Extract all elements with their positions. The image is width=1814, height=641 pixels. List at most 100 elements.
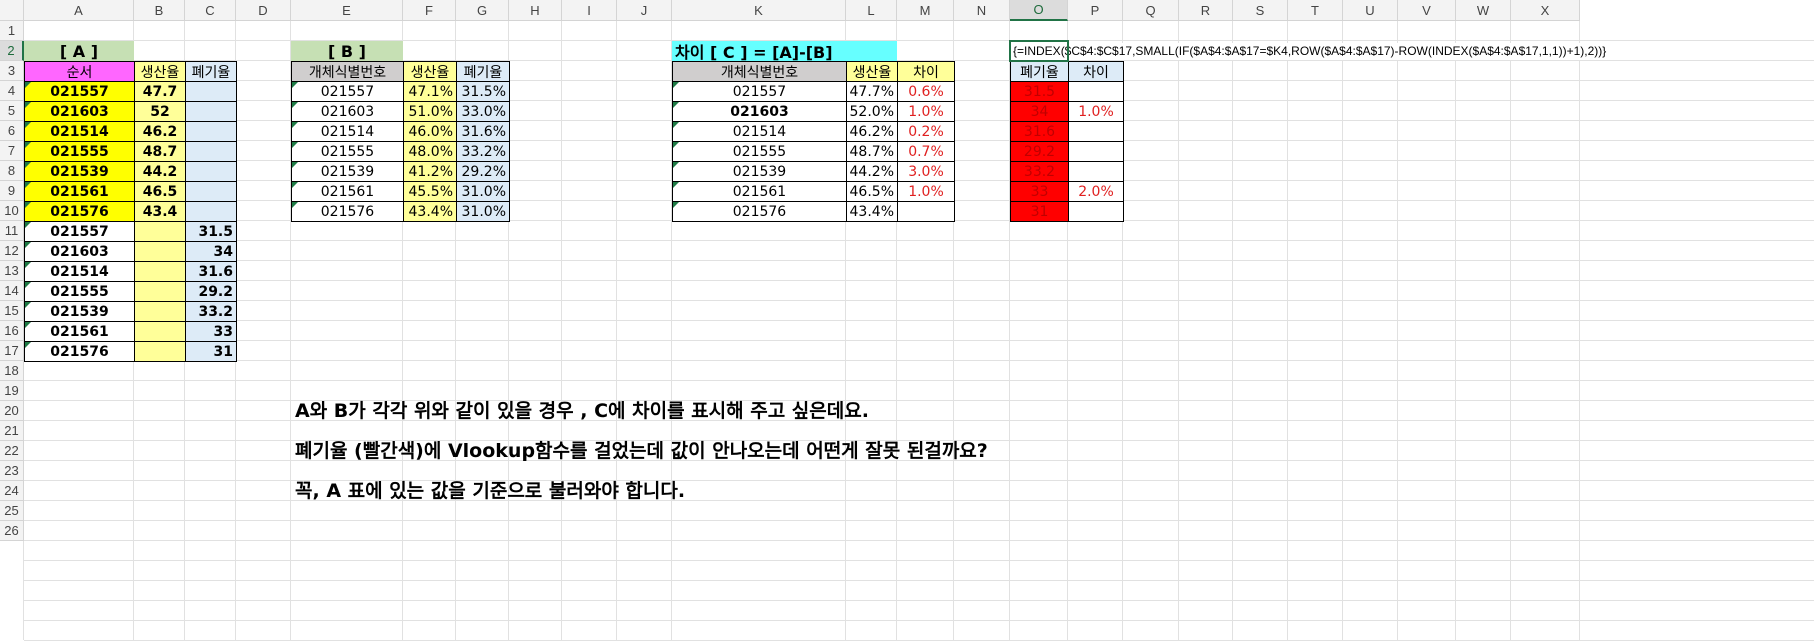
row-header-24[interactable]: 24 <box>0 481 24 501</box>
column-header-v[interactable]: V <box>1398 0 1456 21</box>
table-d-diff-cell[interactable] <box>1068 81 1124 102</box>
column-header-p[interactable]: P <box>1068 0 1123 21</box>
table-c-id-cell[interactable]: 021603 <box>672 101 847 122</box>
table-a-waste-cell[interactable] <box>185 201 237 222</box>
table-a-title[interactable]: [ A ] <box>24 41 134 61</box>
row-header-12[interactable]: 12 <box>0 241 24 261</box>
table-a-header[interactable]: 폐기율 <box>185 61 237 82</box>
table-a-production-cell[interactable]: 47.7 <box>134 81 186 102</box>
table-a-id-cell[interactable]: 021555 <box>24 281 135 302</box>
column-header-d[interactable]: D <box>236 0 291 21</box>
row-header-18[interactable]: 18 <box>0 361 24 381</box>
table-b-waste-cell[interactable]: 31.0% <box>456 181 510 202</box>
table-a-production-cell[interactable] <box>134 301 186 322</box>
table-a-header[interactable]: 순서 <box>24 61 135 82</box>
table-a-id-cell[interactable]: 021539 <box>24 301 135 322</box>
table-c-production-cell[interactable]: 47.7% <box>846 81 898 102</box>
row-header-26[interactable]: 26 <box>0 521 24 541</box>
column-header-g[interactable]: G <box>456 0 509 21</box>
table-a-waste-cell[interactable]: 31.6 <box>185 261 237 282</box>
table-b-waste-cell[interactable]: 31.6% <box>456 121 510 142</box>
table-a-id-cell[interactable]: 021514 <box>24 121 135 142</box>
table-a-production-cell[interactable]: 43.4 <box>134 201 186 222</box>
table-b-id-cell[interactable]: 021514 <box>291 121 404 142</box>
table-a-production-cell[interactable] <box>134 261 186 282</box>
table-c-id-cell[interactable]: 021539 <box>672 161 847 182</box>
table-b-production-cell[interactable]: 45.5% <box>403 181 457 202</box>
table-a-waste-cell[interactable] <box>185 121 237 142</box>
column-header-k[interactable]: K <box>672 0 846 21</box>
table-b-production-cell[interactable]: 43.4% <box>403 201 457 222</box>
table-a-waste-cell[interactable] <box>185 101 237 122</box>
table-a-id-cell[interactable]: 021603 <box>24 101 135 122</box>
table-a-waste-cell[interactable] <box>185 161 237 182</box>
table-b-id-cell[interactable]: 021555 <box>291 141 404 162</box>
table-b-waste-cell[interactable]: 31.5% <box>456 81 510 102</box>
table-c-id-cell[interactable]: 021561 <box>672 181 847 202</box>
table-b-production-cell[interactable]: 47.1% <box>403 81 457 102</box>
column-header-b[interactable]: B <box>134 0 185 21</box>
table-d-waste-cell[interactable]: 31 <box>1010 201 1069 222</box>
column-header-m[interactable]: M <box>897 0 954 21</box>
table-a-production-cell[interactable] <box>134 341 186 362</box>
column-header-u[interactable]: U <box>1343 0 1398 21</box>
column-header-n[interactable]: N <box>954 0 1010 21</box>
table-c-production-cell[interactable]: 46.5% <box>846 181 898 202</box>
table-a-id-cell[interactable]: 021603 <box>24 241 135 262</box>
column-header-c[interactable]: C <box>185 0 236 21</box>
row-header-14[interactable]: 14 <box>0 281 24 301</box>
column-header-a[interactable]: A <box>24 0 134 21</box>
table-a-production-cell[interactable] <box>134 241 186 262</box>
table-a-production-cell[interactable] <box>134 321 186 342</box>
row-header-9[interactable]: 9 <box>0 181 24 201</box>
row-header-17[interactable]: 17 <box>0 341 24 361</box>
table-a-waste-cell[interactable]: 29.2 <box>185 281 237 302</box>
table-d-waste-cell[interactable]: 31.6 <box>1010 121 1069 142</box>
table-c-title[interactable]: 차이 [ C ] = [A]-[B] <box>672 41 897 62</box>
table-a-production-cell[interactable]: 46.2 <box>134 121 186 142</box>
table-a-id-cell[interactable]: 021557 <box>24 221 135 242</box>
table-a-id-cell[interactable]: 021561 <box>24 321 135 342</box>
select-all-corner[interactable] <box>0 0 24 21</box>
row-header-7[interactable]: 7 <box>0 141 24 161</box>
row-header-2[interactable]: 2 <box>0 41 24 61</box>
table-d-diff-cell[interactable] <box>1068 161 1124 182</box>
table-c-header[interactable]: 생산율 <box>846 61 898 82</box>
table-a-id-cell[interactable]: 021514 <box>24 261 135 282</box>
table-c-id-cell[interactable]: 021555 <box>672 141 847 162</box>
column-header-s[interactable]: S <box>1233 0 1288 21</box>
column-header-h[interactable]: H <box>509 0 562 21</box>
table-b-id-cell[interactable]: 021561 <box>291 181 404 202</box>
row-header-4[interactable]: 4 <box>0 81 24 101</box>
table-a-id-cell[interactable]: 021576 <box>24 341 135 362</box>
row-header-22[interactable]: 22 <box>0 441 24 461</box>
row-header-1[interactable]: 1 <box>0 21 24 41</box>
column-header-w[interactable]: W <box>1456 0 1511 21</box>
table-d-waste-cell[interactable]: 31.5 <box>1010 81 1069 102</box>
table-a-waste-cell[interactable]: 33 <box>185 321 237 342</box>
spreadsheet-grid[interactable]: A B C D E F G H I J K L M N O P Q R S T U V W X 1 2 3 4 5 6 7 8 9 10 11 12 1… <box>0 0 1814 641</box>
table-b-waste-cell[interactable]: 29.2% <box>456 161 510 182</box>
row-header-8[interactable]: 8 <box>0 161 24 181</box>
table-c-diff-cell[interactable]: 0.6% <box>897 81 955 102</box>
table-d-diff-cell[interactable]: 1.0% <box>1068 101 1124 122</box>
column-header-i[interactable]: I <box>562 0 617 21</box>
row-header-15[interactable]: 15 <box>0 301 24 321</box>
table-b-waste-cell[interactable]: 33.2% <box>456 141 510 162</box>
table-b-production-cell[interactable]: 41.2% <box>403 161 457 182</box>
row-header-20[interactable]: 20 <box>0 401 24 421</box>
column-header-t[interactable]: T <box>1288 0 1343 21</box>
table-b-production-cell[interactable]: 51.0% <box>403 101 457 122</box>
row-header-21[interactable]: 21 <box>0 421 24 441</box>
table-b-header[interactable]: 개체식별번호 <box>291 61 404 82</box>
table-c-diff-cell[interactable]: 0.7% <box>897 141 955 162</box>
table-a-production-cell[interactable]: 52 <box>134 101 186 122</box>
table-c-id-cell[interactable]: 021576 <box>672 201 847 222</box>
table-d-waste-cell[interactable]: 34 <box>1010 101 1069 122</box>
table-b-id-cell[interactable]: 021576 <box>291 201 404 222</box>
table-d-waste-cell[interactable]: 33 <box>1010 181 1069 202</box>
table-d-header[interactable]: 차이 <box>1068 61 1124 82</box>
row-header-25[interactable]: 25 <box>0 501 24 521</box>
table-d-diff-cell[interactable]: 2.0% <box>1068 181 1124 202</box>
table-a-production-cell[interactable] <box>134 281 186 302</box>
